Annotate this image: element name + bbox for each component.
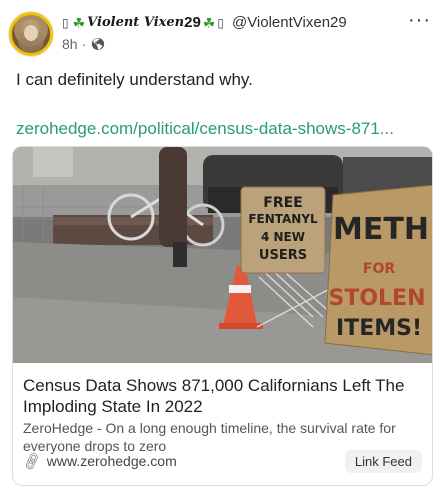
sign1-line-1: FREE <box>263 195 302 211</box>
name-suffix-glyph: ▯ <box>217 16 224 30</box>
sign1-line-2: FENTANYL <box>248 212 318 226</box>
link-icon: 🔗︎ <box>20 449 43 472</box>
link-domain[interactable]: 🔗︎ www.zerohedge.com <box>20 449 177 472</box>
clover-icon: ☘ <box>202 15 216 31</box>
link-preview-card[interactable]: FREE FENTANYL 4 NEW USERS METH FOR STOLE… <box>12 146 433 486</box>
link-preview-body: Census Data Shows 871,000 Californians L… <box>13 363 432 485</box>
post-text: I can definitely understand why. <box>16 70 253 89</box>
user-handle[interactable]: @ViolentVixen29 <box>232 13 347 33</box>
post-link[interactable]: zerohedge.com/political/census-data-show… <box>16 119 394 139</box>
link-preview-image[interactable]: FREE FENTANYL 4 NEW USERS METH FOR STOLE… <box>13 147 433 363</box>
name-row: ▯ ☘ Violent Vixen 29 ☘ ▯ @ViolentVixen29 <box>62 13 433 33</box>
link-feed-button[interactable]: Link Feed <box>344 449 422 473</box>
display-name-number: 29 <box>184 14 201 31</box>
link-domain-text: www.zerohedge.com <box>46 453 177 469</box>
post-header: ▯ ☘ Violent Vixen 29 ☘ ▯ @ViolentVixen29… <box>62 13 433 57</box>
post-time[interactable]: 8h <box>62 36 78 52</box>
sign2-line-1: METH <box>333 212 429 247</box>
meta-separator: · <box>81 36 87 52</box>
post-meta: 8h · 🌎︎ <box>62 36 433 52</box>
clover-icon: ☘ <box>72 15 86 31</box>
name-prefix-glyph: ▯ <box>62 16 69 30</box>
display-name[interactable]: ▯ ☘ Violent Vixen 29 ☘ ▯ <box>62 13 226 33</box>
link-preview-title[interactable]: Census Data Shows 871,000 Californians L… <box>23 375 420 417</box>
sign2-line-2: FOR <box>363 261 395 277</box>
avatar-face <box>24 25 38 41</box>
display-name-text: Violent Vixen <box>87 15 185 30</box>
sign2-line-3: STOLEN <box>328 286 425 311</box>
avatar[interactable] <box>9 12 53 56</box>
sign1-line-4: USERS <box>259 248 307 263</box>
more-options-icon[interactable]: ··· <box>408 10 431 30</box>
sign1-line-3: 4 NEW <box>261 230 305 244</box>
sign2-line-4: ITEMS! <box>336 316 422 341</box>
globe-icon: 🌎︎ <box>90 37 106 51</box>
link-preview-footer: 🔗︎ www.zerohedge.com Link Feed <box>20 449 422 473</box>
